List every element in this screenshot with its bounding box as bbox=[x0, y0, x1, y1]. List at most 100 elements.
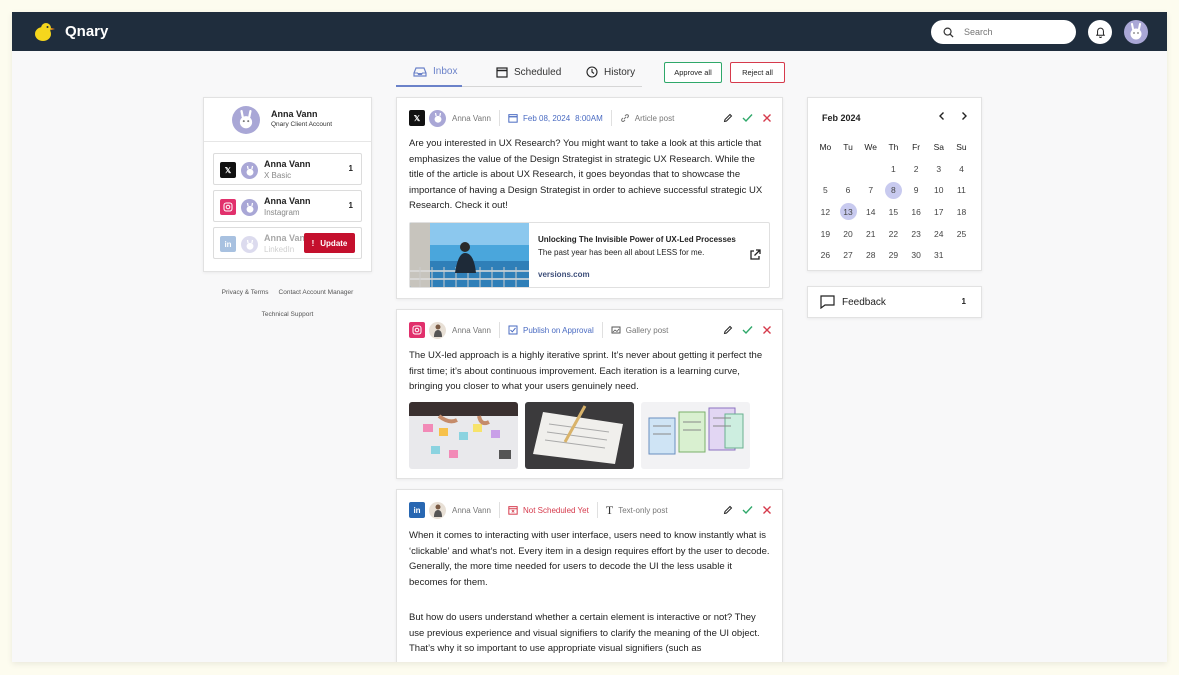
calendar-day[interactable]: 25 bbox=[950, 223, 973, 245]
calendar-day-number: 16 bbox=[911, 206, 921, 217]
link-preview-card[interactable]: Unlocking The Invisible Power of UX-Led … bbox=[409, 222, 770, 288]
calendar-day[interactable]: 17 bbox=[927, 201, 950, 223]
calendar-day[interactable]: 12 bbox=[814, 201, 837, 223]
reject-all-button[interactable]: Reject all bbox=[730, 62, 785, 83]
calendar-day[interactable]: 30 bbox=[905, 244, 928, 266]
approve-icon[interactable] bbox=[742, 325, 753, 335]
article-thumbnail bbox=[410, 223, 529, 287]
calendar-day[interactable]: 31 bbox=[927, 244, 950, 266]
calendar-day[interactable]: 4 bbox=[950, 158, 973, 180]
post-type: T Text-only post bbox=[606, 503, 668, 518]
calendar-day[interactable]: 10 bbox=[927, 179, 950, 201]
weekday-label: Fr bbox=[912, 141, 921, 152]
calendar-day[interactable]: 1 bbox=[882, 158, 905, 180]
calendar-empty-cell bbox=[950, 244, 973, 266]
avatar bbox=[241, 199, 258, 216]
tab-history-label: History bbox=[604, 66, 636, 78]
calendar-month: Feb 2024 bbox=[822, 113, 861, 123]
search-input[interactable] bbox=[964, 27, 1064, 37]
calendar-day[interactable]: 5 bbox=[814, 179, 837, 201]
calendar-day[interactable]: 3 bbox=[927, 158, 950, 180]
link-title: Unlocking The Invisible Power of UX-Led … bbox=[538, 235, 736, 244]
account-row-linkedin[interactable]: in Anna Vann LinkedIn ! Update bbox=[213, 227, 362, 259]
tab-history[interactable]: History bbox=[586, 66, 635, 78]
account-row-instagram[interactable]: Anna Vann Instagram 1 bbox=[213, 190, 362, 222]
edit-icon[interactable] bbox=[723, 113, 733, 123]
post-type: Gallery post bbox=[611, 325, 668, 335]
post-actions bbox=[723, 325, 772, 335]
calendar-day[interactable]: 24 bbox=[927, 223, 950, 245]
avatar bbox=[241, 162, 258, 179]
account-row-x[interactable]: 𝕏 Anna Vann X Basic 1 bbox=[213, 153, 362, 185]
calendar-day[interactable]: 26 bbox=[814, 244, 837, 266]
post-header: 𝕏 Anna Vann Feb 08, 2024 8:00AM Article … bbox=[409, 108, 772, 128]
calendar-day[interactable]: 28 bbox=[859, 244, 882, 266]
calendar-day[interactable]: 16 bbox=[905, 201, 928, 223]
avatar bbox=[429, 109, 446, 127]
calendar-day-number: 22 bbox=[888, 228, 899, 239]
feedback-panel[interactable]: Feedback 1 bbox=[807, 286, 982, 318]
reject-icon[interactable] bbox=[762, 325, 772, 335]
gallery-image[interactable] bbox=[525, 402, 634, 469]
calendar-day-number: 3 bbox=[936, 163, 942, 174]
calendar-day-number: 7 bbox=[868, 185, 874, 196]
tab-scheduled[interactable]: Scheduled bbox=[496, 66, 561, 78]
post-date: Feb 08, 2024 bbox=[523, 113, 571, 123]
calendar-day-number: 28 bbox=[865, 250, 876, 261]
post-status[interactable]: Not Scheduled Yet bbox=[508, 505, 589, 515]
reject-icon[interactable] bbox=[762, 505, 772, 515]
calendar-panel: Feb 2024 Mo Tu We Th Fr Sa Su 1 2 3 4 5 6 7 8 9 10 11 12 13… bbox=[807, 97, 982, 271]
gallery-image[interactable] bbox=[641, 402, 750, 469]
search-box[interactable] bbox=[931, 20, 1076, 44]
calendar-day[interactable]: 6 bbox=[837, 179, 860, 201]
chevron-left-icon[interactable] bbox=[937, 111, 947, 121]
chevron-right-icon[interactable] bbox=[959, 111, 969, 121]
user-avatar[interactable] bbox=[1124, 20, 1148, 44]
tab-inbox-label: Inbox bbox=[433, 66, 458, 77]
contact-link[interactable]: Contact Account Manager bbox=[279, 289, 354, 296]
calendar-day-number: 18 bbox=[956, 206, 967, 217]
calendar-day[interactable]: 19 bbox=[814, 223, 837, 245]
privacy-link[interactable]: Privacy & Terms bbox=[222, 289, 269, 296]
link-url[interactable]: versions.com bbox=[538, 270, 590, 279]
post-text: Are you interested in UX Research? You m… bbox=[409, 138, 763, 211]
calendar-day[interactable]: 8 bbox=[882, 179, 905, 201]
alert-icon: ! bbox=[311, 238, 315, 248]
calendar-day[interactable]: 20 bbox=[837, 223, 860, 245]
calendar-day[interactable]: 2 bbox=[905, 158, 928, 180]
x-icon: 𝕏 bbox=[409, 110, 425, 126]
post-schedule[interactable]: Feb 08, 2024 8:00AM bbox=[508, 113, 603, 123]
calendar-day[interactable]: 15 bbox=[882, 201, 905, 223]
calendar-day[interactable]: 21 bbox=[859, 223, 882, 245]
calendar-day[interactable]: 18 bbox=[950, 201, 973, 223]
update-label: Update bbox=[320, 238, 348, 248]
external-link-icon[interactable] bbox=[749, 249, 761, 261]
calendar-day[interactable]: 27 bbox=[837, 244, 860, 266]
calendar-day[interactable]: 29 bbox=[882, 244, 905, 266]
calendar-empty-cell bbox=[859, 158, 882, 180]
gallery-icon bbox=[611, 326, 621, 334]
approve-all-button[interactable]: Approve all bbox=[664, 62, 722, 83]
account-row-name: Anna Vann bbox=[264, 159, 311, 169]
support-link[interactable]: Technical Support bbox=[262, 311, 314, 318]
gallery-image[interactable] bbox=[409, 402, 518, 469]
calendar-day[interactable]: 13 bbox=[837, 201, 860, 223]
notifications-button[interactable] bbox=[1088, 20, 1112, 44]
post-card: in Anna Vann Not Scheduled Yet T Text-on… bbox=[396, 489, 783, 662]
calendar-day[interactable]: 22 bbox=[882, 223, 905, 245]
calendar-day[interactable]: 14 bbox=[859, 201, 882, 223]
reject-icon[interactable] bbox=[762, 113, 772, 123]
calendar-day[interactable]: 7 bbox=[859, 179, 882, 201]
calendar-day[interactable]: 9 bbox=[905, 179, 928, 201]
qnary-logo-icon bbox=[35, 23, 55, 41]
calendar-x-icon bbox=[508, 506, 518, 515]
update-button[interactable]: ! Update bbox=[304, 233, 355, 253]
edit-icon[interactable] bbox=[723, 325, 733, 335]
tab-inbox[interactable]: Inbox bbox=[413, 66, 457, 77]
approve-icon[interactable] bbox=[742, 505, 753, 515]
calendar-day[interactable]: 23 bbox=[905, 223, 928, 245]
approve-icon[interactable] bbox=[742, 113, 753, 123]
edit-icon[interactable] bbox=[723, 505, 733, 515]
post-status[interactable]: Publish on Approval bbox=[508, 325, 594, 335]
calendar-day[interactable]: 11 bbox=[950, 179, 973, 201]
